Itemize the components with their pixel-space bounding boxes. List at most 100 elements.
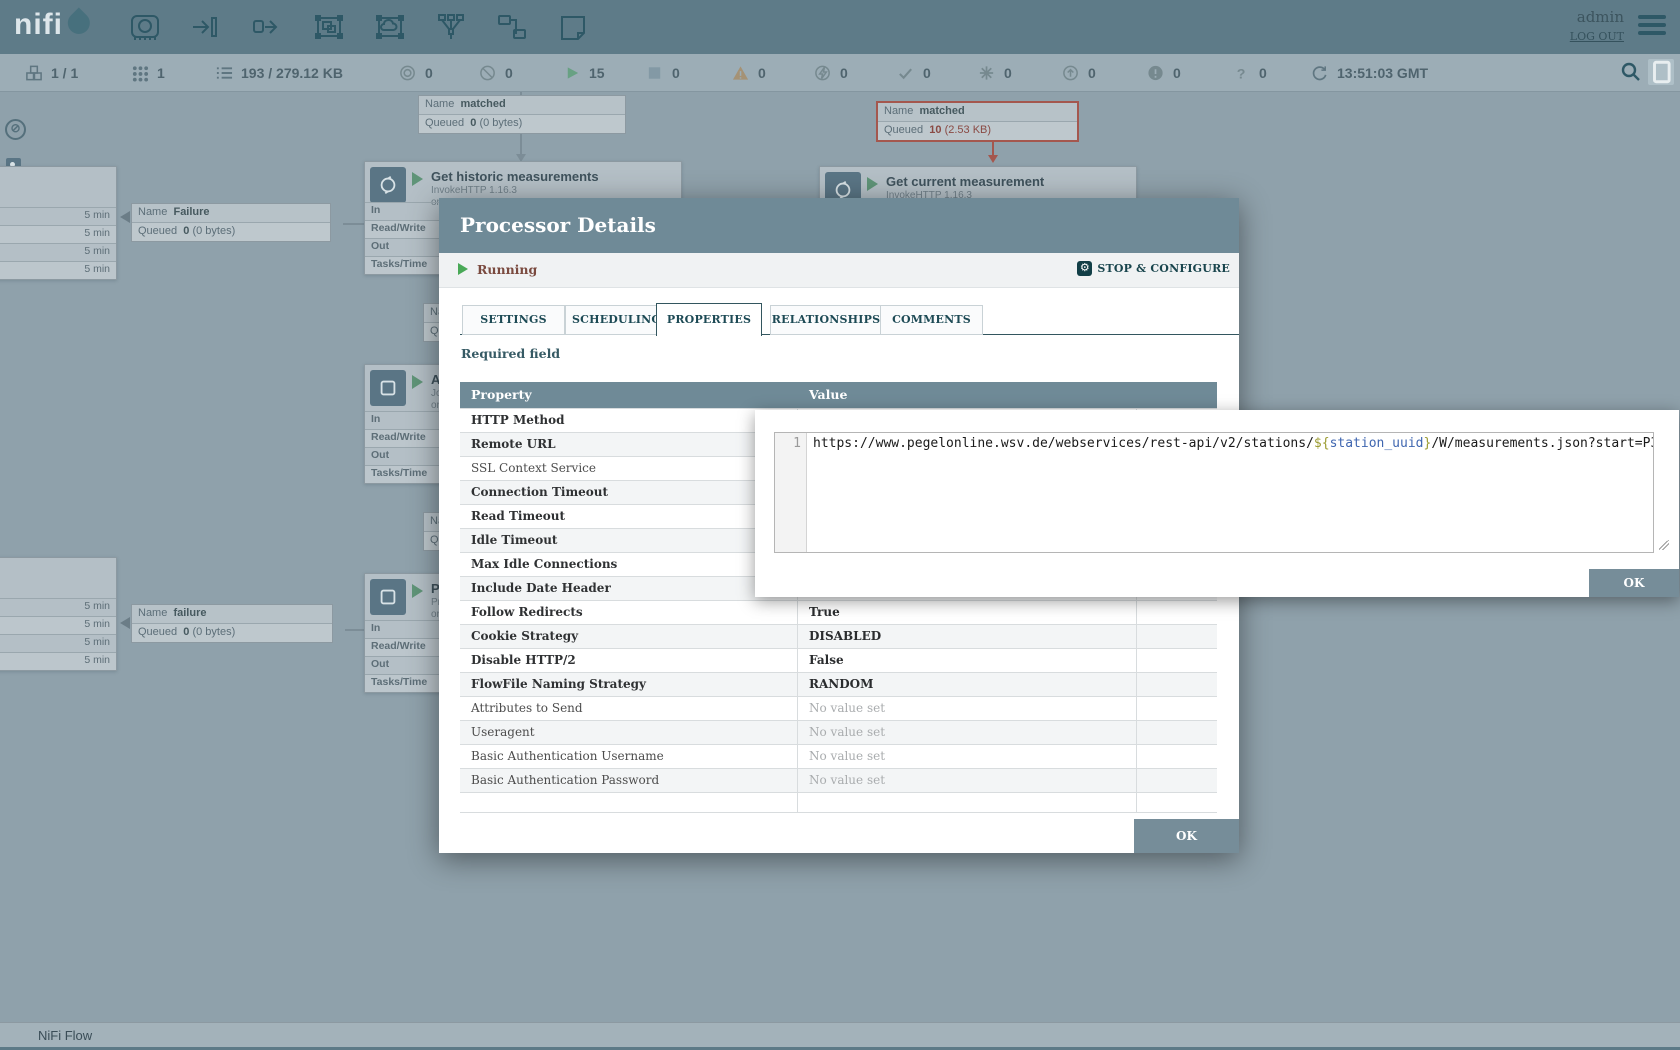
tab-scheduling[interactable]: SCHEDULING xyxy=(565,305,668,335)
tab-relationships[interactable]: RELATIONSHIPS xyxy=(770,305,882,335)
status-not-transmitting: 0 xyxy=(478,54,513,91)
property-row: Cookie StrategyDISABLED xyxy=(460,624,1217,648)
property-value-cell[interactable]: False xyxy=(798,649,1137,672)
table-header-row: Property Value xyxy=(460,382,1217,408)
run-status-text: Running xyxy=(477,262,537,277)
current-user: admin xyxy=(1570,8,1624,26)
status-value: 1 / 1 xyxy=(51,65,78,81)
remote-process-group-icon[interactable] xyxy=(373,10,407,44)
logout-link[interactable]: LOG OUT xyxy=(1570,30,1624,43)
not-transmitting-icon xyxy=(478,63,498,83)
status-value: 0 xyxy=(672,65,680,81)
transmitting-icon xyxy=(398,63,418,83)
stop-and-configure-button[interactable]: ⚙ STOP & CONFIGURE xyxy=(1077,261,1230,276)
connection-label-failure[interactable]: Name Failure Queued 0 (0 bytes) xyxy=(131,203,331,242)
cluster-icon xyxy=(24,63,44,83)
tab-comments[interactable]: COMMENTS xyxy=(880,305,983,335)
property-name-cell: Useragent xyxy=(460,721,798,744)
status-sync-failure: ?0 xyxy=(1232,54,1267,91)
status-cluster: 1 / 1 xyxy=(24,54,78,91)
property-value-cell[interactable]: No value set xyxy=(798,721,1137,744)
connection-label-matched-highlighted[interactable]: Name matched Queued 10 (2.53 KB) xyxy=(876,101,1079,142)
processor-icon[interactable] xyxy=(128,10,162,44)
breadcrumb[interactable]: NiFi Flow xyxy=(38,1028,92,1043)
running-icon xyxy=(562,63,582,83)
status-value: 0 xyxy=(758,65,766,81)
property-row: FlowFile Naming StrategyRANDOM xyxy=(460,672,1217,696)
sync-failure-icon: ? xyxy=(1232,63,1252,83)
dialog-status-strip: Running ⚙ STOP & CONFIGURE xyxy=(439,253,1239,288)
property-column-header: Property xyxy=(460,382,798,408)
property-name-cell: Attributes to Send xyxy=(460,697,798,720)
nifi-logo: nifi xyxy=(14,8,87,42)
status-locally-modified: 0 xyxy=(977,54,1012,91)
hide-palette-icon[interactable] xyxy=(1648,59,1674,85)
dialog-title: Processor Details xyxy=(460,213,656,237)
property-name-cell: Include Date Header xyxy=(460,577,798,600)
global-menu-icon[interactable] xyxy=(1638,15,1666,37)
property-value-cell[interactable]: RANDOM xyxy=(798,673,1137,696)
row-end-cell xyxy=(1137,745,1217,768)
row-end-cell xyxy=(1137,673,1217,696)
row-end-cell xyxy=(1137,649,1217,672)
value-editor[interactable]: 1 https://www.pegelonline.wsv.de/webserv… xyxy=(774,432,1654,553)
running-status-icon xyxy=(412,172,423,186)
status-value: 1 xyxy=(157,65,165,81)
app-header: nifi admin LOG OUT xyxy=(0,0,1680,54)
property-name-cell: HTTP Method xyxy=(460,409,798,432)
funnel-icon[interactable] xyxy=(434,10,468,44)
property-name-cell: Basic Authentication Username xyxy=(460,745,798,768)
popup-ok-button[interactable]: OK xyxy=(1589,569,1679,597)
output-port-icon[interactable] xyxy=(250,10,284,44)
property-name-cell: Follow Redirects xyxy=(460,601,798,624)
nifi-app: nifi admin LOG OUT 1 / 1 1 193 / 279.12 KB… xyxy=(0,0,1680,1050)
locally-modified-icon xyxy=(977,63,997,83)
status-up-to-date: 0 xyxy=(896,54,931,91)
property-value-cell[interactable]: True xyxy=(798,601,1137,624)
property-name-cell xyxy=(460,793,798,813)
input-port-icon[interactable] xyxy=(188,10,222,44)
connection-label-matched[interactable]: Name matched Queued 0 (0 bytes) xyxy=(418,95,626,134)
clipped-property-row xyxy=(460,792,1217,813)
stopped-badge-icon: ⊘ xyxy=(5,119,26,140)
property-value-cell[interactable]: No value set xyxy=(798,697,1137,720)
property-name-cell: FlowFile Naming Strategy xyxy=(460,673,798,696)
search-icon[interactable] xyxy=(1620,61,1642,83)
label-icon[interactable] xyxy=(556,10,590,44)
required-field-note: Required field xyxy=(461,346,560,361)
property-name-cell: Idle Timeout xyxy=(460,529,798,552)
dialog-ok-button[interactable]: OK xyxy=(1134,819,1239,853)
process-group-icon[interactable] xyxy=(312,10,346,44)
status-value: 0 xyxy=(1259,65,1267,81)
resize-handle-icon[interactable] xyxy=(1659,540,1669,550)
status-value: 193 / 279.12 KB xyxy=(241,65,343,81)
template-icon[interactable] xyxy=(495,10,529,44)
locally-modified-stale-icon xyxy=(1146,63,1166,83)
property-value-cell[interactable]: No value set xyxy=(798,769,1137,792)
dialog-header[interactable]: Processor Details xyxy=(439,198,1239,253)
tab-properties[interactable]: PROPERTIES xyxy=(656,303,762,336)
property-row: Attributes to SendNo value set xyxy=(460,696,1217,720)
property-name-cell: SSL Context Service xyxy=(460,457,798,480)
up-to-date-icon xyxy=(896,63,916,83)
status-value: 0 xyxy=(923,65,931,81)
refresh-icon xyxy=(1310,63,1330,83)
property-name-cell: Cookie Strategy xyxy=(460,625,798,648)
remote-url-value[interactable]: https://www.pegelonline.wsv.de/webservic… xyxy=(807,433,1653,552)
status-value: 0 xyxy=(505,65,513,81)
property-value-cell[interactable]: No value set xyxy=(798,745,1137,768)
status-value: 0 xyxy=(1173,65,1181,81)
processor-clipped-left-top[interactable]: 5 min 5 min 5 min 5 min xyxy=(0,166,117,280)
tab-settings[interactable]: SETTINGS xyxy=(462,305,565,335)
property-row: UseragentNo value set xyxy=(460,720,1217,744)
property-value-cell[interactable] xyxy=(798,793,1137,813)
running-status-icon xyxy=(867,177,878,191)
processor-stats: 5 min 5 min 5 min 5 min xyxy=(0,598,116,670)
processor-type-icon xyxy=(370,167,406,203)
property-value-cell[interactable]: DISABLED xyxy=(798,625,1137,648)
row-end-cell xyxy=(1137,769,1217,792)
processor-clipped-left-bottom[interactable]: 5 min 5 min 5 min 5 min xyxy=(0,557,117,671)
breadcrumb-bar: NiFi Flow xyxy=(0,1022,1680,1048)
connection-label-failure-lower[interactable]: Name failure Queued 0 (0 bytes) xyxy=(131,604,333,643)
status-value: 13:51:03 GMT xyxy=(1337,65,1428,81)
